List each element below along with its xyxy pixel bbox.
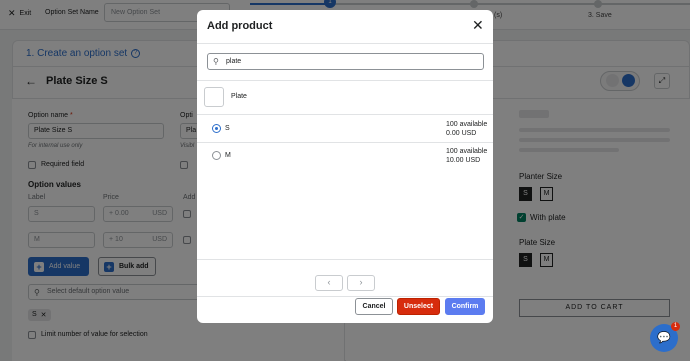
chat-badge: 1	[671, 322, 680, 331]
variant-radio-s[interactable]	[212, 124, 221, 133]
variant-availability: 100 available 0.00 USD	[446, 121, 488, 137]
divider	[197, 296, 493, 297]
variant-availability: 100 available 10.00 USD	[446, 148, 488, 164]
unselect-button[interactable]: Unselect	[397, 298, 440, 315]
chat-icon: 💬	[657, 332, 671, 344]
next-page-button[interactable]: ›	[347, 275, 375, 291]
divider	[197, 114, 493, 115]
product-name: Plate	[231, 93, 247, 100]
previous-page-button[interactable]: ‹	[315, 275, 343, 291]
search-icon: ⚲	[213, 57, 219, 66]
modal-header: Add product ✕	[197, 10, 493, 44]
confirm-button[interactable]: Confirm	[445, 298, 485, 315]
divider	[197, 142, 493, 143]
add-product-modal: Add product ✕ ⚲ plate Plate S 100 availa…	[197, 10, 493, 323]
close-icon[interactable]: ✕	[472, 18, 484, 32]
cancel-button[interactable]: Cancel	[355, 298, 393, 315]
divider	[197, 80, 493, 81]
divider	[197, 259, 493, 260]
product-thumbnail	[204, 87, 224, 107]
variant-name: M	[225, 152, 231, 159]
variant-name: S	[225, 125, 230, 132]
modal-title: Add product	[207, 20, 273, 32]
product-search-input[interactable]: ⚲ plate	[207, 53, 484, 70]
variant-radio-m[interactable]	[212, 151, 221, 160]
